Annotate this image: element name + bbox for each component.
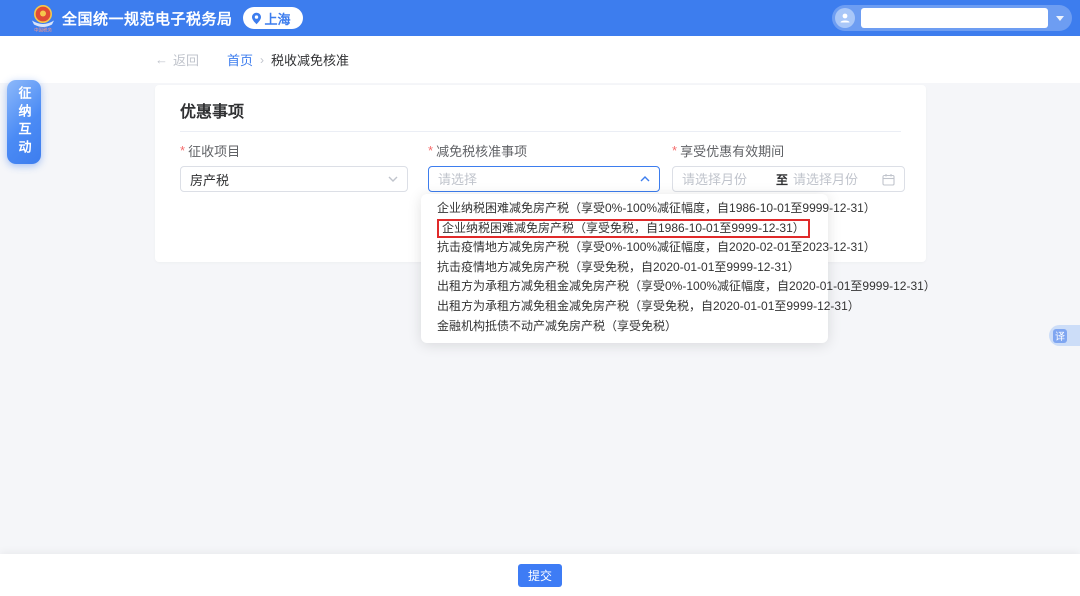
levy-item-select[interactable]: [180, 166, 408, 192]
valid-period-field: * 享受优惠有效期间 至: [672, 139, 905, 192]
dropdown-option[interactable]: 出租方为承租方减免租金减免房产税（享受免税，自2020-01-01至9999-1…: [421, 297, 828, 317]
levy-item-field: * 征收项目: [180, 139, 408, 192]
levy-item-label: * 征收项目: [180, 139, 408, 161]
period-start-input[interactable]: [682, 172, 771, 187]
footer-bar: 提交: [0, 554, 1080, 596]
location-pin-icon: [251, 12, 262, 25]
chevron-up-icon: [640, 176, 650, 182]
levy-item-value[interactable]: [190, 172, 388, 187]
page-title: 优惠事项: [180, 98, 244, 122]
app-title: 全国统一规范电子税务局: [62, 8, 233, 29]
back-label: 返回: [173, 50, 199, 69]
translate-icon: 译: [1053, 329, 1067, 343]
range-to-label: 至: [776, 171, 788, 188]
divider: [180, 131, 901, 132]
dropdown-option[interactable]: 抗击疫情地方减免房产税（享受免税，自2020-01-01至9999-12-31）: [421, 258, 828, 278]
required-asterisk: *: [672, 143, 677, 158]
approval-item-field: * 减免税核准事项: [428, 139, 660, 192]
highlight-red-box: 企业纳税困难减免房产税（享受免税，自1986-10-01至9999-12-31）: [437, 219, 810, 238]
caret-down-icon: [1056, 16, 1064, 21]
required-asterisk: *: [180, 143, 185, 158]
breadcrumb: ← 返回 首页 › 税收减免核准: [155, 36, 349, 83]
breadcrumb-home-link[interactable]: 首页: [227, 50, 253, 69]
user-menu[interactable]: [832, 5, 1072, 31]
approval-item-input[interactable]: [438, 172, 640, 187]
app-header: 中国税务 全国统一规范电子税务局 上海: [0, 0, 1080, 36]
dropdown-option[interactable]: 抗击疫情地方减免房产税（享受0%-100%减征幅度，自2020-02-01至20…: [421, 238, 828, 258]
location-label: 上海: [265, 9, 291, 28]
period-end-input[interactable]: [793, 172, 882, 187]
user-name-box: [861, 8, 1048, 28]
back-arrow-icon: ←: [155, 52, 168, 67]
side-tab-label: 征纳互动: [15, 86, 34, 158]
dropdown-option[interactable]: 企业纳税困难减免房产税（享受0%-100%减征幅度，自1986-10-01至99…: [421, 199, 828, 219]
approval-item-label: * 减免税核准事项: [428, 139, 660, 161]
dropdown-option-highlighted[interactable]: 企业纳税困难减免房产税（享受免税，自1986-10-01至9999-12-31）: [421, 219, 828, 239]
dropdown-option[interactable]: 金融机构抵债不动产减免房产税（享受免税）: [421, 317, 828, 337]
breadcrumb-separator-icon: ›: [260, 53, 264, 67]
required-asterisk: *: [428, 143, 433, 158]
valid-period-label: * 享受优惠有效期间: [672, 139, 905, 161]
translate-float-button[interactable]: 译: [1049, 325, 1080, 346]
back-button[interactable]: ← 返回: [155, 50, 199, 69]
tax-emblem-icon: 中国税务: [30, 4, 56, 32]
location-badge[interactable]: 上海: [243, 7, 303, 29]
approval-item-dropdown-panel: 企业纳税困难减免房产税（享受0%-100%减征幅度，自1986-10-01至99…: [421, 194, 828, 343]
breadcrumb-current: 税收减免核准: [271, 50, 349, 69]
submit-button[interactable]: 提交: [518, 564, 562, 587]
svg-text:中国税务: 中国税务: [34, 27, 52, 33]
dropdown-option[interactable]: 出租方为承租方减免租金减免房产税（享受0%-100%减征幅度，自2020-01-…: [421, 277, 828, 297]
user-avatar: [835, 8, 855, 28]
valid-period-range-picker[interactable]: 至: [672, 166, 905, 192]
calendar-icon: [882, 173, 895, 186]
chevron-down-icon: [388, 176, 398, 182]
breadcrumb-bar: ← 返回 首页 › 税收减免核准: [0, 36, 1080, 83]
person-icon: [839, 12, 851, 24]
approval-item-select[interactable]: [428, 166, 660, 192]
interaction-side-tab[interactable]: 征纳互动: [7, 80, 41, 164]
